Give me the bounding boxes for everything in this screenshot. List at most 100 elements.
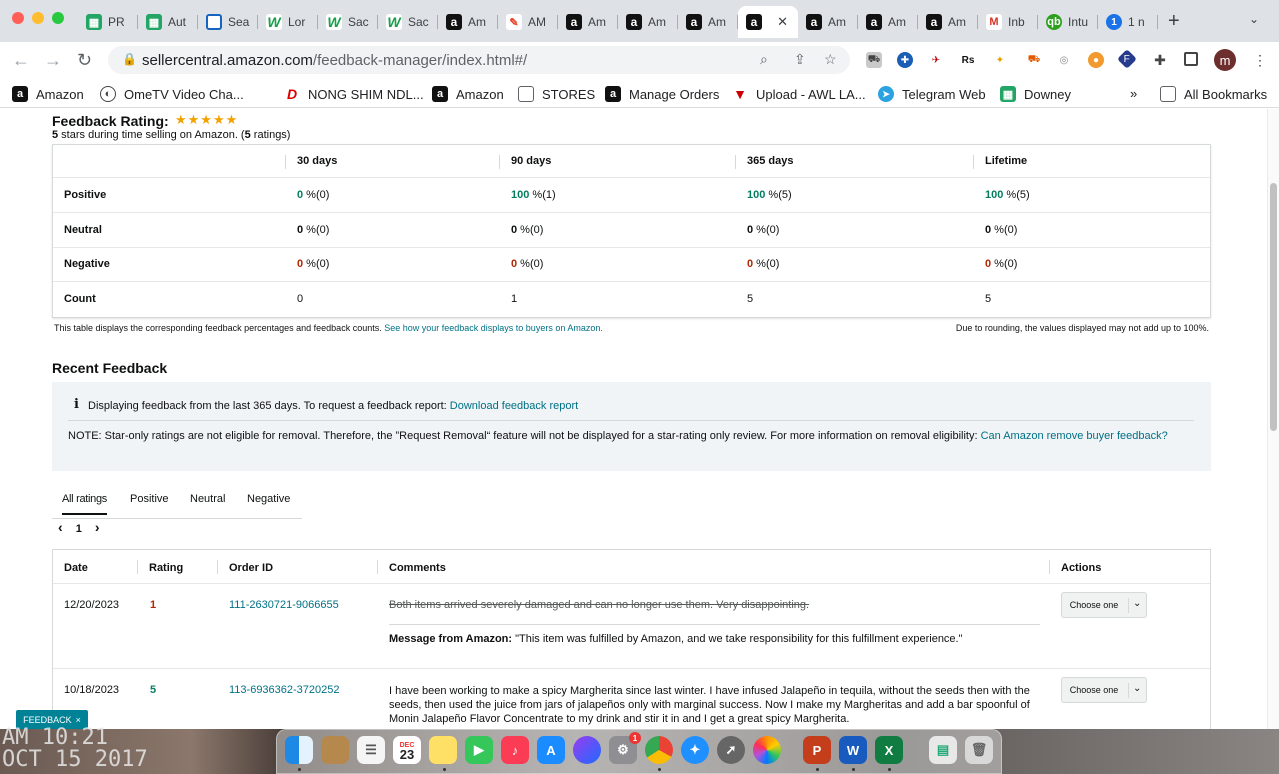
tab-search-chevron-icon[interactable]: ⌄ — [1249, 12, 1259, 26]
tab-negative[interactable]: Negative — [247, 493, 290, 513]
bookmark-folder-stores[interactable]: STORES — [518, 86, 595, 102]
powerpoint-icon[interactable]: P — [803, 736, 831, 764]
zoom-icon[interactable]: ⌕ — [760, 51, 768, 68]
facetime-icon[interactable]: ▶ — [465, 736, 493, 764]
bookmark-nongshim[interactable]: D NONG SHIM NDL... — [284, 86, 424, 102]
forward-arrow-icon[interactable]: → — [44, 50, 62, 71]
browser-tab[interactable]: a Am — [678, 6, 738, 38]
music-icon[interactable]: ♪ — [501, 736, 529, 764]
desktop-background: AM 10:21 OCT 15 2017 ☰ DEC 23 ▶ ♪ A ⚙ 1 ✦ … — [0, 727, 1279, 774]
browser-tab[interactable]: a Am — [558, 6, 618, 38]
notes-box-icon[interactable] — [321, 736, 349, 764]
browser-tab-strip: ▦ PR ▦ Aut Sea W Lor W Sac W Sac a Am ✎ AM a Am a Am a Am a ✕ a… — [0, 0, 1279, 42]
bookmark-amazon-2[interactable]: a Amazon — [432, 86, 504, 102]
url-text[interactable]: sellercentral.amazon.com/feedback-manage… — [142, 52, 527, 69]
photos-icon[interactable] — [753, 736, 781, 764]
bookmark-star-icon[interactable]: ☆ — [824, 51, 837, 68]
download-report-link[interactable]: Download feedback report — [450, 400, 578, 412]
side-panel-icon[interactable] — [1184, 52, 1198, 66]
browser-tab[interactable]: ▦ PR — [78, 6, 138, 38]
scrollbar-thumb[interactable] — [1270, 183, 1277, 431]
removal-eligibility-link[interactable]: Can Amazon remove buyer feedback? — [981, 430, 1168, 442]
browser-tab[interactable]: W Sac — [378, 6, 438, 38]
bookmarks-overflow[interactable]: » — [1130, 86, 1137, 101]
reload-icon[interactable]: ↻ — [77, 50, 92, 71]
browser-tab[interactable]: W Lor — [258, 6, 318, 38]
extension-blue-icon[interactable]: ✚ — [897, 52, 913, 68]
excel-icon[interactable]: X — [875, 736, 903, 764]
bookmark-upload-awl[interactable]: ▼ Upload - AWL LA... — [732, 86, 866, 102]
column-header-actions: Actions — [1061, 562, 1102, 574]
extension-red-icon[interactable]: ✈ — [928, 52, 944, 68]
chrome-icon[interactable] — [645, 736, 673, 764]
rating-row-label: Positive — [64, 189, 107, 201]
chrome-menu-icon[interactable]: ⋮ — [1252, 52, 1268, 68]
divider — [53, 668, 1210, 669]
extension-f-icon[interactable]: F — [1117, 49, 1137, 69]
browser-tab[interactable]: 1 1 n — [1098, 6, 1158, 38]
siri-icon[interactable] — [573, 736, 601, 764]
browser-tab[interactable]: a Am — [618, 6, 678, 38]
browser-tab[interactable]: M Inb — [978, 6, 1038, 38]
order-id-link[interactable]: 113-6936362-3720252 — [229, 684, 340, 696]
extension-orange-icon[interactable]: ● — [1088, 52, 1104, 68]
documents-icon[interactable]: ▤ — [929, 736, 957, 764]
trash-icon[interactable]: 🗑 — [965, 736, 993, 764]
tab-positive[interactable]: Positive — [130, 493, 169, 513]
browser-tab[interactable]: a Am — [858, 6, 918, 38]
finder-icon[interactable] — [285, 736, 313, 764]
browser-tab[interactable]: ✎ AM — [498, 6, 558, 38]
column-header-order-id[interactable]: Order ID — [229, 562, 273, 574]
reminders-icon[interactable]: ☰ — [357, 736, 385, 764]
tab-neutral[interactable]: Neutral — [190, 493, 225, 513]
maximize-window-button[interactable] — [52, 12, 64, 24]
column-header-rating[interactable]: Rating — [149, 562, 183, 574]
share-icon[interactable]: ⇪ — [794, 51, 806, 68]
close-window-button[interactable] — [12, 12, 24, 24]
close-icon[interactable]: × — [76, 715, 81, 725]
bookmark-amazon[interactable]: a Amazon — [12, 86, 84, 102]
new-tab-button[interactable]: + — [1168, 10, 1180, 33]
back-arrow-icon[interactable]: ← — [12, 50, 30, 71]
tab-all-ratings[interactable]: All ratings — [62, 493, 107, 515]
feedback-display-link[interactable]: See how your feedback displays to buyers… — [384, 323, 603, 333]
profile-avatar[interactable]: m — [1214, 49, 1236, 71]
order-id-link[interactable]: 111-2630721-9066655 — [229, 599, 339, 611]
extension-rs-icon[interactable]: Rs — [960, 52, 976, 68]
word-icon[interactable]: W — [839, 736, 867, 764]
browser-tab[interactable]: Sea — [198, 6, 258, 38]
tab-active[interactable]: a ✕ — [738, 6, 798, 38]
address-bar[interactable]: 🔒 sellercentral.amazon.com/feedback-mana… — [108, 46, 850, 74]
page-number[interactable]: 1 — [76, 523, 82, 535]
bookmark-telegram[interactable]: ➤ Telegram Web — [878, 86, 986, 102]
browser-tab[interactable]: a Am — [798, 6, 858, 38]
launchpad-icon[interactable]: ➚ — [717, 736, 745, 764]
browser-tab[interactable]: W Sac — [318, 6, 378, 38]
extension-cart-icon[interactable]: ⛟ — [1026, 52, 1042, 68]
bookmark-ometv[interactable]: ◐ OmeTV Video Cha... — [100, 86, 244, 102]
bookmark-downey[interactable]: ▦ Downey — [1000, 86, 1071, 102]
prev-page-icon[interactable]: ‹ — [58, 519, 63, 535]
choose-action-dropdown[interactable]: Choose one ⌄ — [1061, 592, 1147, 618]
browser-tab[interactable]: qb Intu — [1038, 6, 1098, 38]
notes-icon[interactable] — [429, 736, 457, 764]
extension-scout-icon[interactable]: ✦ — [992, 52, 1008, 68]
extension-grey-icon[interactable]: ◎ — [1056, 52, 1072, 68]
close-tab-icon[interactable]: ✕ — [777, 14, 788, 30]
app-store-icon[interactable]: A — [537, 736, 565, 764]
feedback-comment: I have been working to make a spicy Marg… — [389, 685, 1030, 725]
extensions-puzzle-icon[interactable]: ✚ — [1152, 52, 1168, 68]
calendar-icon[interactable]: DEC 23 — [393, 736, 421, 764]
choose-action-dropdown[interactable]: Choose one ⌄ — [1061, 677, 1147, 703]
bookmark-manage-orders[interactable]: a Manage Orders — [605, 86, 719, 102]
minimize-window-button[interactable] — [32, 12, 44, 24]
column-header-date[interactable]: Date — [64, 562, 88, 574]
all-bookmarks-button[interactable]: All Bookmarks — [1160, 86, 1267, 102]
page-scrollbar[interactable] — [1267, 109, 1279, 729]
browser-tab[interactable]: ▦ Aut — [138, 6, 198, 38]
extension-off-icon[interactable]: ⛟ — [866, 52, 882, 68]
browser-tab[interactable]: a Am — [438, 6, 498, 38]
browser-tab[interactable]: a Am — [918, 6, 978, 38]
safari-icon[interactable]: ✦ — [681, 736, 709, 764]
next-page-icon[interactable]: › — [95, 519, 100, 535]
